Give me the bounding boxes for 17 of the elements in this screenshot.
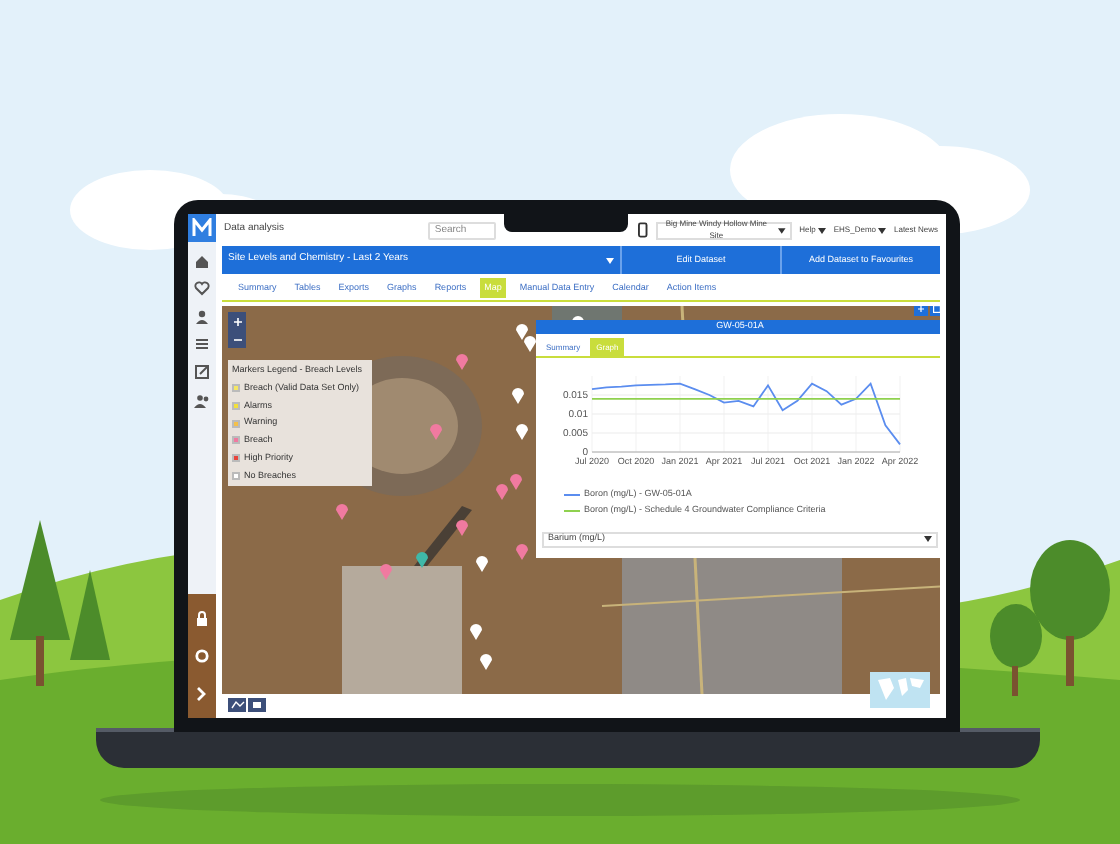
lock-icon[interactable]: [194, 610, 210, 627]
phone-icon[interactable]: [637, 222, 648, 238]
logo-icon[interactable]: [188, 214, 216, 242]
heart-icon[interactable]: [194, 280, 210, 296]
people-icon[interactable]: [194, 392, 210, 408]
zoom-in-icon[interactable]: [233, 317, 241, 325]
caret-icon[interactable]: [606, 257, 614, 263]
legend-line: [564, 509, 580, 512]
chevron-right-icon[interactable]: [194, 685, 210, 702]
camera-notch: [504, 214, 628, 232]
layers-icon[interactable]: [228, 698, 246, 712]
person-icon[interactable]: [194, 308, 210, 324]
logo-mark-icon: [192, 218, 212, 238]
legend-line: [564, 493, 580, 496]
edit-icon[interactable]: [194, 364, 210, 380]
zoom-out-icon[interactable]: [233, 335, 241, 343]
list-icon[interactable]: [194, 336, 210, 352]
